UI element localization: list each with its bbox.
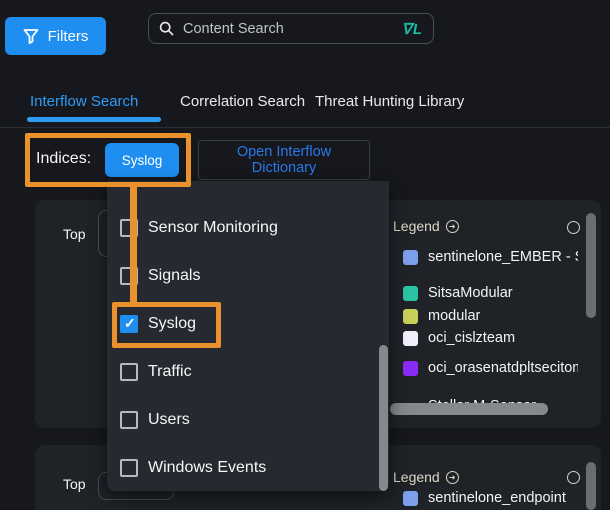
- legend-label: sentinelone_EMBER - S: [428, 249, 578, 265]
- dropdown-item-label: Windows Events: [148, 459, 266, 477]
- indices-label: Indices:: [36, 150, 91, 168]
- legend-radio-icon[interactable]: [567, 221, 580, 234]
- legend-item[interactable]: oci_orasenatdpltsecitom: [403, 360, 578, 376]
- active-tab-underline: [27, 117, 161, 122]
- lucene-query-icon[interactable]: ∇L: [402, 20, 423, 38]
- dropdown-item-windows-events[interactable]: Windows Events: [120, 458, 266, 478]
- dropdown-item-label: Traffic: [148, 363, 192, 381]
- selected-index-button[interactable]: Syslog: [105, 143, 179, 177]
- legend-header: Legend ➜: [393, 218, 459, 234]
- content-search-box[interactable]: ∇L: [148, 13, 434, 44]
- legend-item[interactable]: sentinelone_EMBER - S: [403, 249, 578, 265]
- top-label: Top: [63, 226, 86, 242]
- checkbox[interactable]: [120, 363, 138, 381]
- annotation-connector-line: [130, 184, 137, 302]
- legend-swatch: [403, 286, 418, 301]
- legend-expand-icon[interactable]: ➜: [446, 220, 459, 233]
- dropdown-item-label: Users: [148, 411, 190, 429]
- dropdown-item-traffic[interactable]: Traffic: [120, 362, 192, 382]
- legend-swatch: [403, 309, 418, 324]
- legend-item[interactable]: modular: [403, 308, 480, 324]
- dropdown-item-label: Signals: [148, 267, 200, 285]
- legend-label: oci_cislzteam: [428, 330, 515, 346]
- indices-dropdown-menu: Sensor Monitoring Signals Syslog Traffic…: [107, 181, 389, 491]
- legend-label: sentinelone_endpoint: [428, 490, 566, 506]
- tab-correlation-search[interactable]: Correlation Search: [180, 93, 305, 110]
- legend-radio-icon[interactable]: [567, 471, 580, 484]
- checkbox[interactable]: [120, 315, 138, 333]
- open-interflow-dictionary-button[interactable]: Open Interflow Dictionary: [198, 140, 370, 180]
- legend-label: SitsaModular: [428, 285, 513, 301]
- legend-label: oci_orasenatdpltsecitom: [428, 360, 578, 376]
- filter-icon: [23, 28, 39, 44]
- dropdown-item-label: Syslog: [148, 315, 196, 333]
- dropdown-scrollbar[interactable]: [379, 345, 388, 491]
- legend-item[interactable]: SitsaModular: [403, 285, 513, 301]
- legend-item[interactable]: oci_cislzteam: [403, 330, 515, 346]
- legend-header: Legend ➜: [393, 469, 459, 485]
- legend-title: Legend: [393, 218, 440, 234]
- tab-threat-hunting-library[interactable]: Threat Hunting Library: [315, 93, 464, 110]
- legend-label: modular: [428, 308, 480, 324]
- panel-horizontal-scrollbar[interactable]: [390, 403, 548, 415]
- dropdown-item-syslog[interactable]: Syslog: [120, 314, 196, 334]
- filters-label: Filters: [48, 28, 89, 45]
- search-icon: [159, 21, 174, 36]
- checkbox[interactable]: [120, 459, 138, 477]
- dropdown-item-sensor-monitoring[interactable]: Sensor Monitoring: [120, 218, 278, 238]
- legend-title: Legend: [393, 469, 440, 485]
- dropdown-item-label: Sensor Monitoring: [148, 219, 278, 237]
- interflow-search-screen: Top Legend ➜ sentinelone_EMBER - S Sitsa…: [0, 0, 610, 510]
- legend-swatch: [403, 361, 418, 376]
- legend-item[interactable]: sentinelone_endpoint: [403, 490, 566, 506]
- tab-interflow-search[interactable]: Interflow Search: [30, 93, 138, 110]
- legend-expand-icon[interactable]: ➜: [446, 471, 459, 484]
- filters-button[interactable]: Filters: [5, 17, 106, 55]
- dropdown-item-users[interactable]: Users: [120, 410, 190, 430]
- tabs-divider: [0, 127, 610, 128]
- legend-vertical-scrollbar[interactable]: [586, 462, 596, 510]
- search-input[interactable]: [181, 20, 395, 38]
- checkbox[interactable]: [120, 411, 138, 429]
- legend-vertical-scrollbar[interactable]: [586, 213, 596, 318]
- top-label: Top: [63, 476, 86, 492]
- legend-swatch: [403, 491, 418, 506]
- legend-swatch: [403, 250, 418, 265]
- legend-swatch: [403, 331, 418, 346]
